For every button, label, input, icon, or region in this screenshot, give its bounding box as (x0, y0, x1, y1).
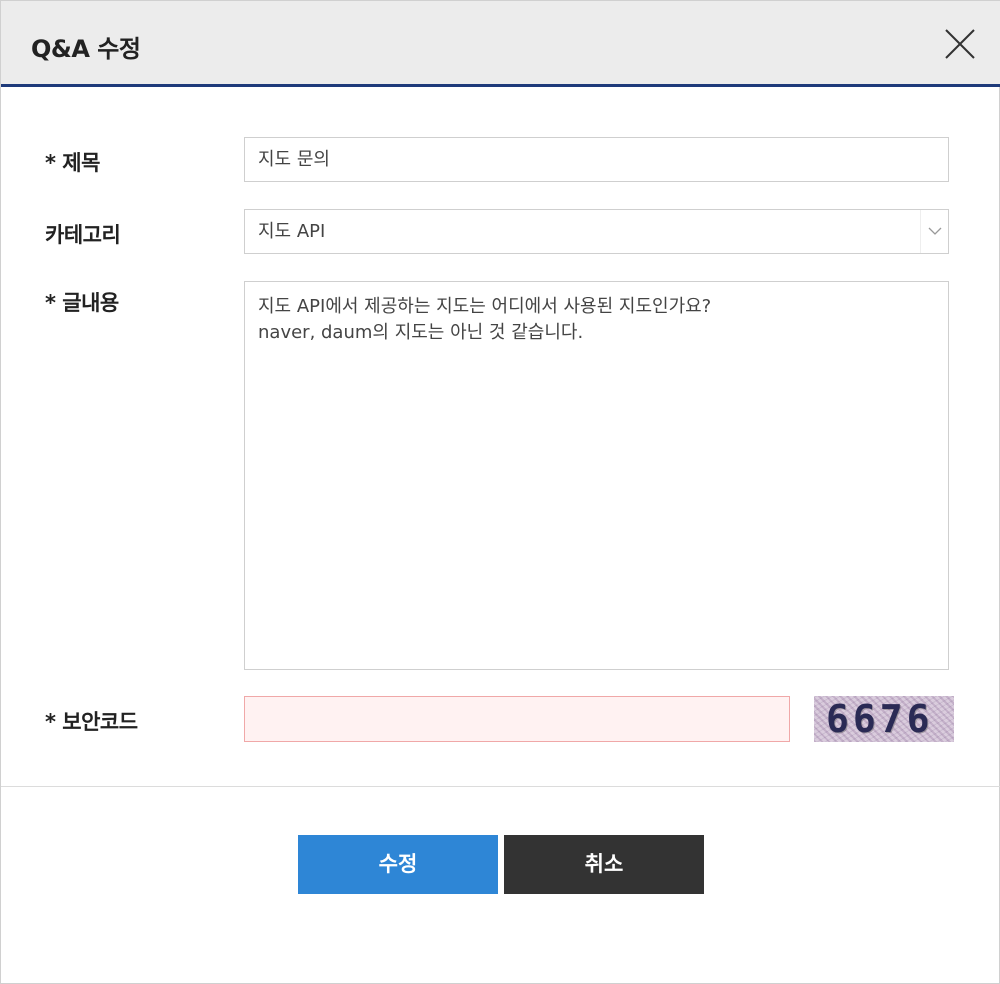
category-label: 카테고리 (45, 223, 121, 247)
content-textarea[interactable]: 지도 API에서 제공하는 지도는 어디에서 사용된 지도인가요? naver,… (244, 281, 949, 670)
submit-button[interactable]: 수정 (298, 835, 498, 894)
qna-edit-dialog: Q&A 수정 * 제목 지도 문의 카테고리 지도 API * 글내용 지도 A… (0, 0, 1000, 984)
title-input[interactable]: 지도 문의 (244, 137, 949, 182)
close-button[interactable] (941, 25, 979, 63)
title-label: * 제목 (45, 151, 100, 175)
footer-divider (1, 786, 1000, 787)
captcha-image: 6676 (814, 696, 954, 742)
content-label: * 글내용 (45, 291, 119, 315)
cancel-button[interactable]: 취소 (504, 835, 704, 894)
close-icon (945, 29, 975, 59)
dialog-header: Q&A 수정 (1, 1, 1000, 87)
chevron-down-icon (920, 210, 948, 253)
category-selected-value: 지도 API (258, 221, 326, 242)
dialog-title: Q&A 수정 (31, 35, 141, 63)
captcha-input[interactable] (244, 696, 790, 742)
category-select[interactable]: 지도 API (244, 209, 949, 254)
captcha-label: * 보안코드 (45, 710, 138, 734)
captcha-code: 6676 (826, 697, 934, 741)
